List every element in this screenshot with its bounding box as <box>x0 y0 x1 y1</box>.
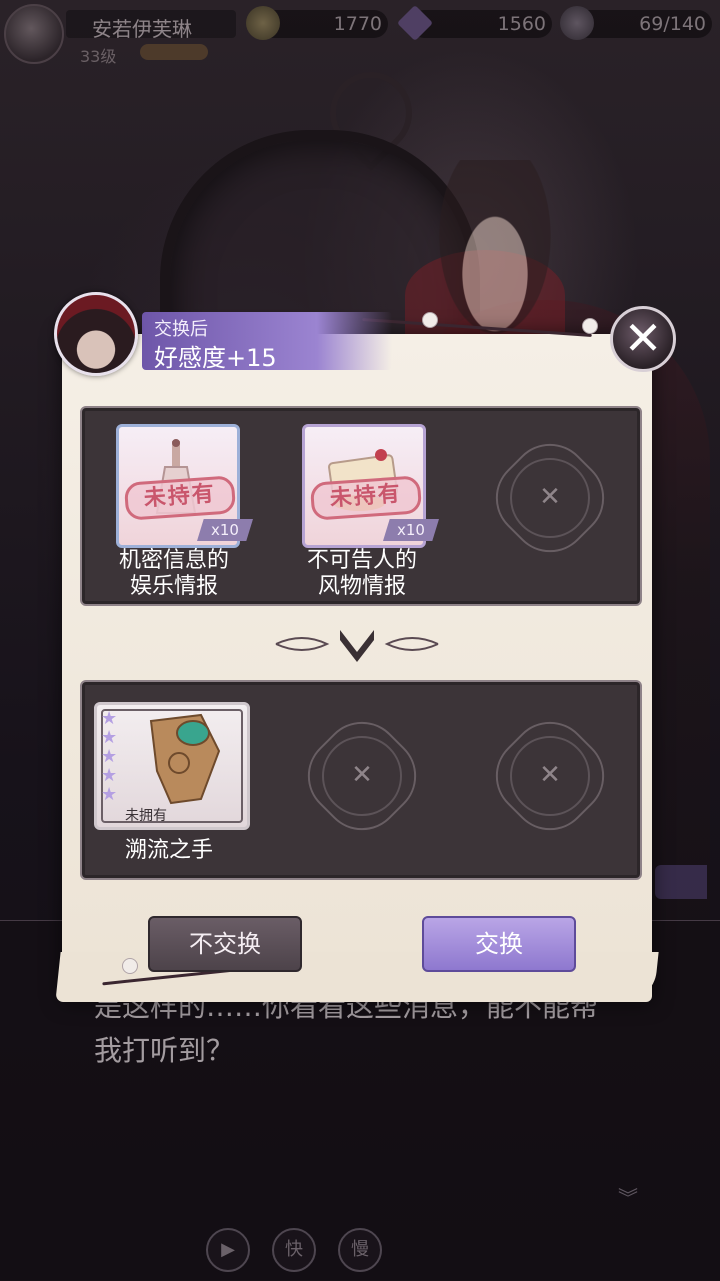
rose-decoration <box>422 312 438 328</box>
item-name-1: 机密信息的 娱乐情报 <box>118 548 229 599</box>
diamond-value: 1560 <box>497 13 546 35</box>
gold-value: 1770 <box>333 13 382 35</box>
rose-decoration <box>122 958 138 974</box>
empty-slot-icon: ✕ <box>539 482 561 512</box>
side-tab[interactable] <box>655 865 707 899</box>
top-status-bar: 安若伊芙琳 33级 1770 1560 69/140 <box>0 0 720 66</box>
level-badge <box>140 44 208 60</box>
empty-slot: ✕ <box>479 705 621 847</box>
reward-panel: ★ ★ ★ ★ ★ 未拥有 溯流之手 ✕ ✕ <box>80 680 642 880</box>
quantity-badge: x10 <box>383 519 439 541</box>
item-name-2: 不可告人的 风物情报 <box>306 548 417 599</box>
reward-name: 溯流之手 <box>124 838 213 863</box>
item-slot-1[interactable]: 未持有 x10 <box>116 424 253 548</box>
star-rating: ★ ★ ★ ★ ★ <box>101 708 118 805</box>
player-avatar[interactable] <box>4 4 64 64</box>
player-name: 安若伊芙琳 <box>92 17 192 41</box>
affection-bonus: 好感度+15 <box>154 344 277 372</box>
not-owned-stamp: 未持有 <box>123 475 237 521</box>
decline-button[interactable]: 不交换 <box>148 916 302 972</box>
empty-slot: ✕ <box>479 427 621 569</box>
gauntlet-icon <box>149 713 221 805</box>
empty-slot-icon: ✕ <box>351 760 373 790</box>
empty-slot: ✕ <box>291 705 433 847</box>
stamina-value: 69/140 <box>639 13 706 35</box>
shoe-icon <box>560 6 594 40</box>
item-slot-2[interactable]: 未持有 x10 <box>302 424 439 548</box>
exchange-button[interactable]: 交换 <box>422 916 576 972</box>
not-owned-stamp: 未持有 <box>309 475 423 521</box>
slow-button[interactable]: 慢 <box>338 1228 382 1272</box>
exchange-modal: 交换后 好感度+15 ✕ 未持有 x10 机密信息的 娱乐情报 未持有 x10 … <box>54 292 676 1002</box>
exchange-arrow-divider <box>275 630 439 662</box>
character-avatar <box>54 292 138 376</box>
rose-decoration <box>582 318 598 334</box>
close-icon: ✕ <box>623 311 663 365</box>
fast-button[interactable]: 快 <box>272 1228 316 1272</box>
chevron-down-icon[interactable]: ︾ <box>618 1182 638 1211</box>
reward-card[interactable]: ★ ★ ★ ★ ★ 未拥有 <box>94 702 250 830</box>
close-button[interactable]: ✕ <box>610 306 676 372</box>
unowned-label: 未拥有 <box>125 808 167 824</box>
quantity-badge: x10 <box>197 519 253 541</box>
auto-play-button[interactable]: ▶ <box>206 1228 250 1272</box>
required-items-panel: 未持有 x10 机密信息的 娱乐情报 未持有 x10 不可告人的 风物情报 ✕ <box>80 406 642 606</box>
player-level: 33级 <box>80 47 117 66</box>
coin-icon <box>246 6 280 40</box>
empty-slot-icon: ✕ <box>539 760 561 790</box>
